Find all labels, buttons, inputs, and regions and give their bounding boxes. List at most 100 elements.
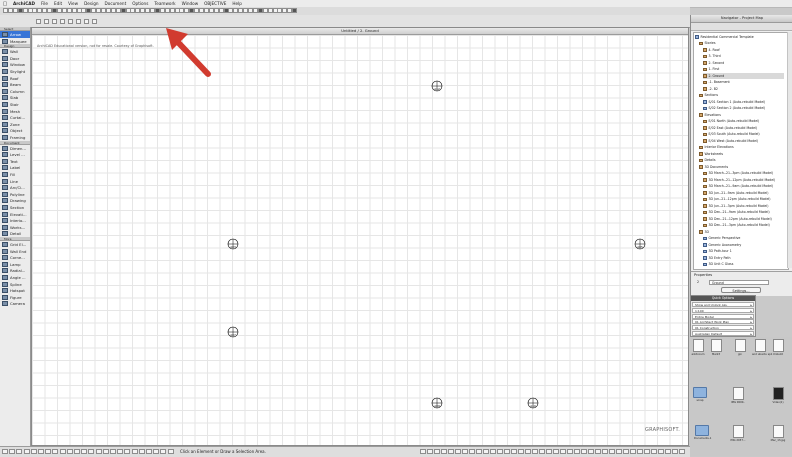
- menu-edit[interactable]: Edit: [51, 1, 65, 6]
- navigator-item[interactable]: E/03 South (Auto-rebuild Model): [703, 132, 784, 138]
- desktop-file[interactable]: IMG 0000..: [730, 387, 746, 404]
- status-bar-button[interactable]: [560, 449, 566, 454]
- menu-objective[interactable]: OBJECTIVE: [201, 1, 229, 6]
- menu-document[interactable]: Document: [102, 1, 130, 6]
- toolbox-item-camera[interactable]: Camera: [0, 300, 30, 307]
- status-bar-button[interactable]: [59, 449, 66, 454]
- status-bar-button[interactable]: [131, 449, 138, 454]
- info-box-button[interactable]: [76, 19, 81, 24]
- quick-option-row[interactable]: Entire Model ▸: [692, 313, 754, 319]
- navigator-item[interactable]: Generic Axonometry: [703, 242, 784, 248]
- navigator-item[interactable]: E/02 East (Auto-rebuild Model): [703, 125, 784, 131]
- navigator-item[interactable]: 3D Jun--21--9am (Auto-rebuild Model): [703, 190, 784, 196]
- navigator-item[interactable]: 3D March--21--9am (Auto-rebuild Model): [703, 184, 784, 190]
- navigator-item[interactable]: Interior Elevations: [699, 145, 784, 151]
- status-bar-button[interactable]: [427, 449, 433, 454]
- menu-options[interactable]: Options: [129, 1, 151, 6]
- status-bar-button[interactable]: [66, 449, 73, 454]
- desktop-file[interactable]: gin: [732, 339, 748, 356]
- status-bar-button[interactable]: [644, 449, 650, 454]
- status-bar-button[interactable]: [448, 449, 454, 454]
- status-bar-button[interactable]: [539, 449, 545, 454]
- navigator-item[interactable]: Stories: [699, 41, 784, 47]
- status-bar-button[interactable]: [553, 449, 559, 454]
- navigator-item[interactable]: -2. B2: [703, 86, 784, 92]
- menu-view[interactable]: View: [65, 1, 81, 6]
- desktop-file[interactable]: Unbuild: [770, 339, 786, 356]
- navigator-item[interactable]: Details: [699, 158, 784, 164]
- desktop-file[interactable]: Mac_13.jpg: [770, 425, 786, 442]
- status-bar-button[interactable]: [637, 449, 643, 454]
- navigator-item[interactable]: 3D Unit C Glass: [703, 262, 784, 268]
- desktop-file[interactable]: Documents-1: [694, 425, 711, 440]
- navigator-item[interactable]: 3D Dec--21--3pm (Auto-rebuild Model): [703, 223, 784, 229]
- status-bar-button[interactable]: [23, 449, 30, 454]
- navigator-item[interactable]: 3D Entry Path: [703, 255, 784, 261]
- desktop-file[interactable]: scrap: [692, 387, 708, 402]
- properties-name-field[interactable]: Ground: [709, 280, 769, 285]
- navigator-item[interactable]: 3D March--21--3pm (Auto-rebuild Model): [703, 171, 784, 177]
- navigator-item[interactable]: 3D Jun--21--3pm (Auto-rebuild Model): [703, 203, 784, 209]
- quick-option-row[interactable]: 01 Architect Work Plan ▸: [692, 319, 754, 325]
- navigator-item[interactable]: -1. Basement: [703, 80, 784, 86]
- status-bar-button[interactable]: [609, 449, 615, 454]
- desktop-file[interactable]: arkdocum: [690, 339, 706, 356]
- status-bar-button[interactable]: [623, 449, 629, 454]
- status-bar-button[interactable]: [52, 449, 59, 454]
- info-box-button[interactable]: [84, 19, 89, 24]
- navigator-item[interactable]: S/01 Section 1 (Auto-rebuild Model): [703, 99, 784, 105]
- navigator-item[interactable]: 3. Third: [703, 54, 784, 60]
- grid-marker[interactable]: A03: [227, 238, 239, 250]
- navigator-item[interactable]: 4. Roof: [703, 47, 784, 53]
- navigator-item[interactable]: 3D Dec--21--9am (Auto-rebuild Model): [703, 210, 784, 216]
- status-bar-button[interactable]: [595, 449, 601, 454]
- menu-file[interactable]: File: [38, 1, 51, 6]
- project-map-tree[interactable]: Residential Commercial Template Stories 4.…: [693, 32, 789, 270]
- status-bar-button[interactable]: [469, 449, 475, 454]
- navigator-item[interactable]: E/04 West (Auto-rebuild Model): [703, 138, 784, 144]
- status-bar-button[interactable]: [167, 449, 174, 454]
- desktop-file[interactable]: and ubuntu sp1: [752, 339, 772, 356]
- status-bar-button[interactable]: [160, 449, 167, 454]
- info-box-button[interactable]: [92, 19, 97, 24]
- status-bar-button[interactable]: [616, 449, 622, 454]
- navigator-scrollbar[interactable]: [787, 32, 792, 268]
- status-bar-button[interactable]: [9, 449, 16, 454]
- grid-marker[interactable]: A12: [431, 80, 443, 92]
- grid-marker[interactable]: A07: [227, 326, 239, 338]
- quick-option-row[interactable]: 1:100 ▸: [692, 307, 754, 313]
- quick-option-row[interactable]: 01 Construction ▸: [692, 325, 754, 331]
- grid-marker[interactable]: A10: [527, 397, 539, 409]
- desktop-file[interactable]: IMG 2037...: [730, 425, 746, 442]
- status-bar-button[interactable]: [658, 449, 664, 454]
- navigator-item[interactable]: 2. Second: [703, 60, 784, 66]
- status-bar-button[interactable]: [665, 449, 671, 454]
- status-bar-button[interactable]: [588, 449, 594, 454]
- status-bar-button[interactable]: [117, 449, 124, 454]
- status-bar-button[interactable]: [462, 449, 468, 454]
- menu-window[interactable]: Window: [179, 1, 202, 6]
- status-bar-button[interactable]: [602, 449, 608, 454]
- status-bar-button[interactable]: [455, 449, 461, 454]
- apple-icon[interactable]: : [0, 1, 10, 7]
- navigator-item[interactable]: Generic Perspective: [703, 236, 784, 242]
- menu-design[interactable]: Design: [81, 1, 101, 6]
- info-box-button[interactable]: [44, 19, 49, 24]
- navigator-item[interactable]: 3D Documents: [699, 164, 784, 170]
- status-bar-button[interactable]: [124, 449, 131, 454]
- toolbar-button[interactable]: [292, 8, 298, 13]
- info-box-button[interactable]: [60, 19, 65, 24]
- navigator-item[interactable]: Residential Commercial Template: [695, 34, 784, 40]
- navigator-item[interactable]: 1. First: [703, 67, 784, 73]
- status-bar-button[interactable]: [567, 449, 573, 454]
- status-bar-button[interactable]: [38, 449, 44, 454]
- quick-option-row[interactable]: Australian Default ▸: [692, 331, 754, 336]
- status-bar-button[interactable]: [441, 449, 447, 454]
- status-bar-button[interactable]: [630, 449, 636, 454]
- menu-help[interactable]: Help: [229, 1, 245, 6]
- status-bar-button[interactable]: [88, 449, 95, 454]
- status-bar-button[interactable]: [483, 449, 489, 454]
- menu-archicad[interactable]: ArchiCAD: [10, 1, 38, 6]
- navigator-item[interactable]: Elevations: [699, 112, 784, 118]
- status-bar-button[interactable]: [679, 449, 685, 454]
